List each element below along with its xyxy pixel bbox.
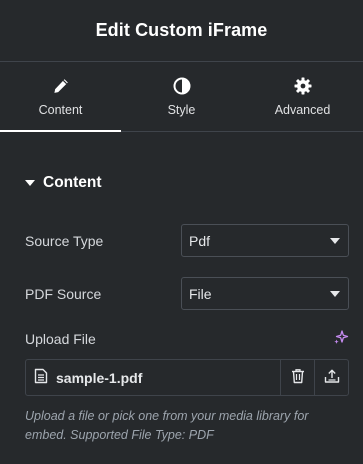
- gear-icon: [294, 77, 312, 95]
- tab-content-label: Content: [38, 102, 83, 117]
- pdf-source-select[interactable]: File: [181, 277, 349, 310]
- tab-advanced[interactable]: Advanced: [242, 62, 363, 131]
- ai-sparkle-icon[interactable]: [333, 329, 349, 348]
- section-toggle-content[interactable]: Content: [0, 172, 363, 194]
- upload-file-label: Upload File: [25, 330, 96, 347]
- pdf-source-label: PDF Source: [25, 285, 102, 302]
- panel-title: Edit Custom iFrame: [95, 20, 268, 40]
- pdf-source-row: PDF Source File: [25, 277, 349, 310]
- source-type-select[interactable]: Pdf: [181, 224, 349, 257]
- section-title: Content: [43, 174, 102, 191]
- source-type-value: Pdf: [189, 232, 211, 249]
- source-type-row: Source Type Pdf: [25, 224, 349, 257]
- pencil-icon: [52, 77, 70, 95]
- chevron-down-icon: [330, 237, 340, 244]
- tab-style-label: Style: [167, 102, 196, 117]
- file-upload-control: sample-1.pdf: [25, 359, 349, 396]
- chevron-down-icon: [330, 290, 340, 297]
- delete-file-button[interactable]: [280, 360, 314, 395]
- tab-style[interactable]: Style: [121, 62, 242, 131]
- upload-file-row: Upload File: [25, 329, 349, 348]
- tab-advanced-label: Advanced: [274, 102, 331, 117]
- source-type-label: Source Type: [25, 232, 104, 249]
- tab-bar: Content Style Advanced: [0, 62, 363, 132]
- upload-help-text: Upload a file or pick one from your medi…: [25, 409, 309, 442]
- pdf-source-value: File: [189, 285, 212, 302]
- trash-icon: [291, 368, 305, 387]
- tab-content[interactable]: Content: [0, 62, 121, 132]
- caret-down-icon: [25, 180, 35, 186]
- panel-header: Edit Custom iFrame: [0, 0, 363, 62]
- uploaded-file[interactable]: sample-1.pdf: [26, 360, 280, 395]
- replace-file-button[interactable]: [314, 360, 348, 395]
- file-name: sample-1.pdf: [56, 369, 143, 386]
- file-icon: [34, 368, 48, 387]
- upload-icon: [324, 368, 340, 387]
- contrast-icon: [173, 77, 191, 95]
